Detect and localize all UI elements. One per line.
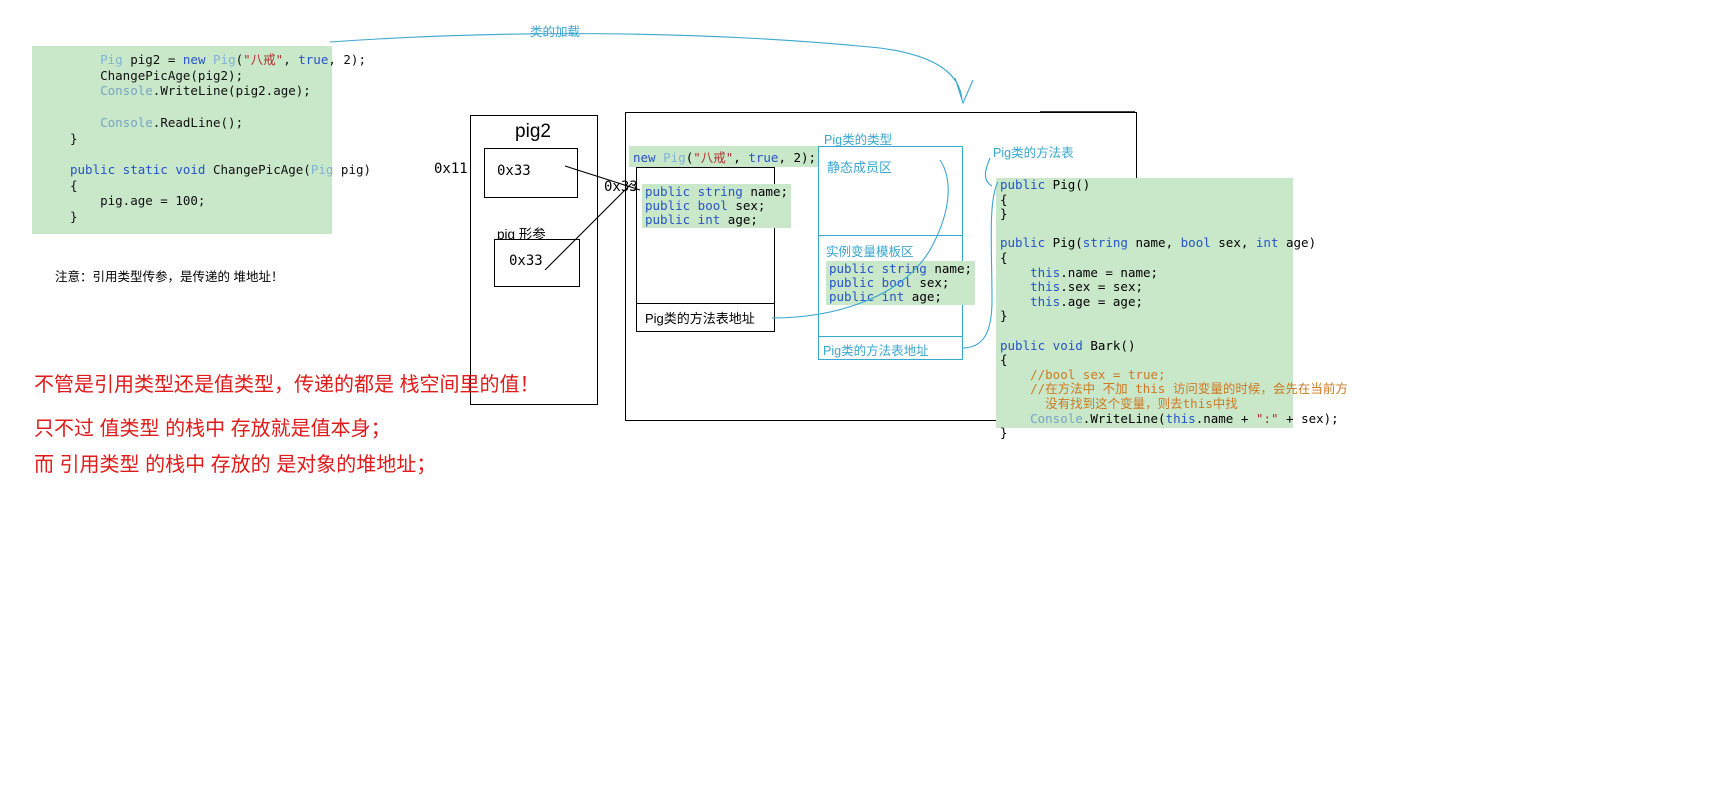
code-line: } xyxy=(70,209,78,225)
code-line: Console.WriteLine(pig2.age); xyxy=(100,83,311,99)
code-line: public bool sex; xyxy=(829,275,950,290)
class-loading-curve xyxy=(329,33,963,101)
code-line: public string name; xyxy=(645,184,788,199)
red-note-1: 不管是引用类型还是值类型，传递的都是 栈空间里的值！ xyxy=(34,374,540,396)
code-line: public int age; xyxy=(829,289,942,304)
method-table-box: public Pig(){} public Pig(string name, b… xyxy=(996,177,1348,440)
heap-new-expression: new Pig("八戒", true, 2); xyxy=(629,146,821,167)
static-member-area-label: 静态成员区 xyxy=(827,160,893,175)
code-line: ChangePicAge(pig2); xyxy=(70,67,244,83)
code-line: this.name = name; xyxy=(1030,264,1159,280)
stack-address-label: 0x11 xyxy=(434,161,468,177)
heap-object-fields: public string name; public bool sex; publi… xyxy=(642,184,791,228)
method-table-label: Pig类的方法表 xyxy=(993,146,1074,160)
class-method-table-address-label: Pig类的方法表地址 xyxy=(823,344,929,358)
code-line: pig.age = 100; xyxy=(70,193,206,209)
heap-object-box: public string name; public bool sex; publi… xyxy=(636,167,791,332)
source-code-block: Pig pig2 = new Pig("八戒", true, 2); Chang… xyxy=(32,46,372,234)
code-line: this.age = age; xyxy=(1030,293,1144,309)
stack-variable-title: pig2 xyxy=(515,121,551,142)
instance-template-fields: public string name; public bool sex; publi… xyxy=(826,261,975,305)
instance-template-area-label: 实例变量模板区 xyxy=(826,245,914,259)
code-line: public int age; xyxy=(645,212,758,227)
code-line: } xyxy=(70,130,78,146)
code-line: { xyxy=(1000,191,1008,207)
red-note-3: 而 引用类型 的栈中 存放的 是对象的堆地址； xyxy=(34,454,437,476)
code-line: public string name; xyxy=(829,261,972,276)
code-line: 没有找到这个变量，则去this中找 xyxy=(1045,395,1238,411)
code-line: //bool sex = true; xyxy=(1030,366,1166,382)
code-line: public Pig(string name, bool sex, int ag… xyxy=(1000,235,1317,251)
instance-template-area: 实例变量模板区 public string name; public bool s… xyxy=(819,235,975,337)
code-line: public bool sex; xyxy=(645,198,766,213)
heap-object-divider xyxy=(637,303,774,304)
stack-slot-param: 0x33 xyxy=(494,239,580,287)
code-line: Console.ReadLine(); xyxy=(100,114,244,130)
code-line: } xyxy=(1000,425,1008,441)
heap-object-method-table-address: Pig类的方法表地址 xyxy=(645,311,755,326)
code-line: public Pig() xyxy=(1000,177,1091,192)
stack-slot-param-value: 0x33 xyxy=(509,253,543,269)
code-line: public void Bark() xyxy=(1000,337,1136,353)
static-member-area: 静态成员区 xyxy=(819,147,962,236)
code-line: Pig pig2 = new Pig("八戒", true, 2); xyxy=(100,52,366,67)
class-type-box: 静态成员区 实例变量模板区 public string name; public … xyxy=(818,146,975,360)
diagram-top-label: 类的加载 xyxy=(530,25,581,39)
red-note-2: 只不过 值类型 的栈中 存放就是值本身； xyxy=(34,418,391,440)
class-method-table-address-area: Pig类的方法表地址 xyxy=(819,336,962,358)
code-line: { xyxy=(70,177,78,193)
code-line: this.sex = sex; xyxy=(1030,279,1144,295)
stack-slot-pig2: 0x33 xyxy=(484,148,578,198)
heap-address-label: 0x33 xyxy=(604,179,638,195)
code-line: { xyxy=(1000,249,1008,265)
stack-slot-pig2-value: 0x33 xyxy=(497,163,531,179)
class-loading-arrowhead xyxy=(954,77,974,105)
code-line: public static void ChangePicAge(Pig pig) xyxy=(70,161,372,177)
code-line: //在方法中 不加 this 访问变量的时候，会先在当前方 xyxy=(1030,381,1348,397)
code-line: Console.WriteLine(this.name + ":" + sex)… xyxy=(1030,410,1339,426)
code-line: { xyxy=(1000,352,1008,368)
code-line: } xyxy=(1000,206,1008,222)
code-line: } xyxy=(1000,308,1008,324)
note-text: 注意：引用类型传参，是传递的 堆地址！ xyxy=(55,270,284,284)
